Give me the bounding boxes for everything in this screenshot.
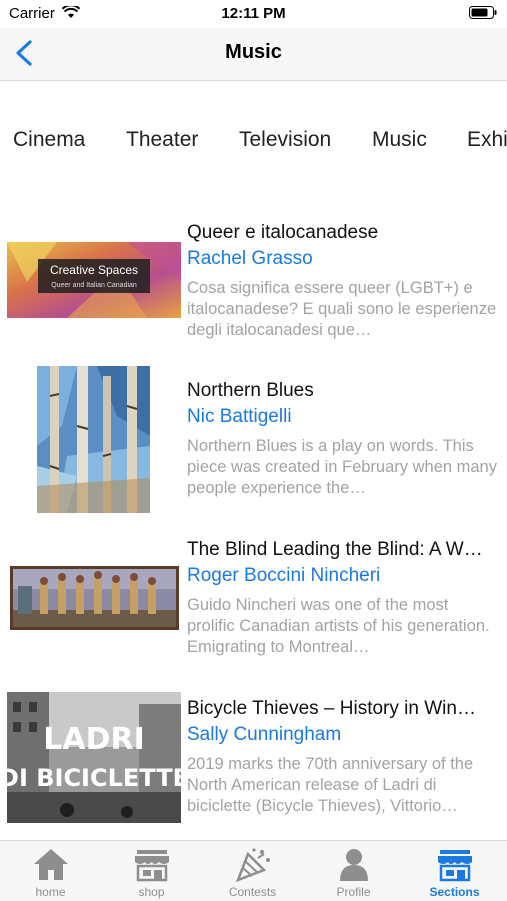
category-scroller[interactable]: Cinema Theater Television Music Exhi (0, 80, 507, 200)
item-title: The Blind Leading the Blind: A W… (187, 539, 483, 560)
fresco-thumbnail (10, 566, 179, 630)
category-exhibitions[interactable]: Exhi (467, 128, 507, 152)
tab-shop[interactable]: shop (101, 841, 202, 901)
sections-icon (438, 850, 472, 882)
item-description: Cosa significa essere queer (LGBT+) e it… (187, 279, 497, 339)
battery-icon (469, 6, 497, 19)
ladri-di-biciclette-thumbnail: LADRI DI BICICLETTE (7, 692, 181, 823)
thumb-title: LADRI (43, 722, 145, 757)
category-music[interactable]: Music (372, 128, 427, 152)
item-author-link[interactable]: Nic Battigelli (187, 404, 497, 430)
list-item[interactable]: Northern Blues Nic Battigelli Northern B… (0, 366, 507, 533)
tab-label: Sections (429, 885, 480, 899)
tab-label: Contests (228, 885, 277, 899)
item-title: Northern Blues (187, 380, 314, 401)
tab-contests[interactable]: Contests (202, 841, 303, 901)
thumb-subtitle: Queer and Italian Canadian (51, 282, 137, 289)
tab-label: shop (138, 885, 165, 899)
category-television[interactable]: Television (239, 128, 331, 152)
item-author-link[interactable]: Sally Cunningham (187, 722, 497, 748)
list-item[interactable]: The Blind Leading the Blind: A W… Roger … (0, 534, 507, 692)
creative-spaces-thumbnail: Creative Spaces Queer and Italian Canadi… (7, 242, 181, 318)
category-cinema[interactable]: Cinema (13, 128, 85, 152)
tab-bar: home shop Contests Profile Sections (0, 840, 507, 901)
status-bar: Carrier 12:11 PM (0, 0, 507, 28)
home-icon (34, 849, 68, 880)
navigation-bar: Music (0, 28, 507, 81)
page-title: Music (225, 41, 282, 63)
item-title: Bicycle Thieves – History in Win… (187, 698, 476, 719)
item-author-link[interactable]: Rachel Grasso (187, 246, 497, 272)
tab-home[interactable]: home (0, 841, 101, 901)
shop-icon (135, 850, 169, 882)
confetti-icon (235, 848, 270, 882)
thumb-title: Creative Spaces (50, 263, 138, 277)
thumb-subtitle: DI BICICLETTE (7, 764, 181, 792)
list-item[interactable]: LADRI DI BICICLETTE Bicycle Thieves – Hi… (0, 692, 507, 851)
item-description: Northern Blues is a play on words. This … (187, 437, 497, 497)
tab-sections[interactable]: Sections (404, 841, 505, 901)
profile-icon (340, 849, 368, 881)
item-title: Queer e italocanadese (187, 222, 379, 243)
northern-blues-thumbnail (37, 366, 150, 513)
item-description: 2019 marks the 70th anniversary of the N… (187, 755, 474, 815)
list-item[interactable]: Creative Spaces Queer and Italian Canadi… (0, 217, 507, 375)
category-theater[interactable]: Theater (126, 128, 198, 152)
tab-label: Profile (336, 885, 371, 899)
clock: 12:11 PM (221, 5, 286, 22)
tab-label: home (35, 885, 66, 899)
tab-profile[interactable]: Profile (303, 841, 404, 901)
item-author-link[interactable]: Roger Boccini Nincheri (187, 563, 497, 589)
item-description: Guido Nincheri was one of the most proli… (187, 596, 490, 656)
